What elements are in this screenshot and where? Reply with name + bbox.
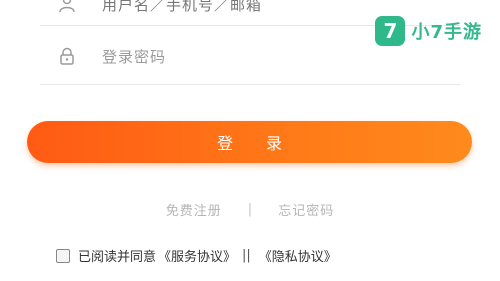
agreement-conjunction: || <box>242 248 251 263</box>
privacy-agreement-link[interactable]: 《隐私协议》 <box>259 246 337 265</box>
watermark-text: 小7手游 <box>411 22 482 43</box>
agreement-checkbox[interactable] <box>56 248 70 263</box>
username-placeholder: 用户名／手机号／邮箱 <box>102 0 263 14</box>
watermark: 7 小7手游 <box>375 16 482 46</box>
agreement-row: 已阅读并同意 《服务协议》 || 《隐私协议》 <box>56 246 337 265</box>
login-button[interactable]: 登 录 <box>27 121 472 163</box>
link-separator: | <box>247 202 253 217</box>
register-link[interactable]: 免费注册 <box>166 200 222 219</box>
watermark-logo: 7 <box>375 16 406 46</box>
auth-links: 免费注册 | 忘记密码 <box>0 200 500 219</box>
password-placeholder: 登录密码 <box>102 47 167 66</box>
divider <box>40 84 460 85</box>
forgot-password-link[interactable]: 忘记密码 <box>278 200 334 219</box>
service-agreement-link[interactable]: 《服务协议》 <box>158 246 236 265</box>
user-icon <box>40 0 80 13</box>
agreement-prefix: 已阅读并同意 <box>78 250 157 265</box>
lock-icon <box>40 47 80 65</box>
login-page: 用户名／手机号／邮箱 登录密码 7 小7手游 登 录 免费注册 | 忘记密码 已… <box>0 0 500 281</box>
